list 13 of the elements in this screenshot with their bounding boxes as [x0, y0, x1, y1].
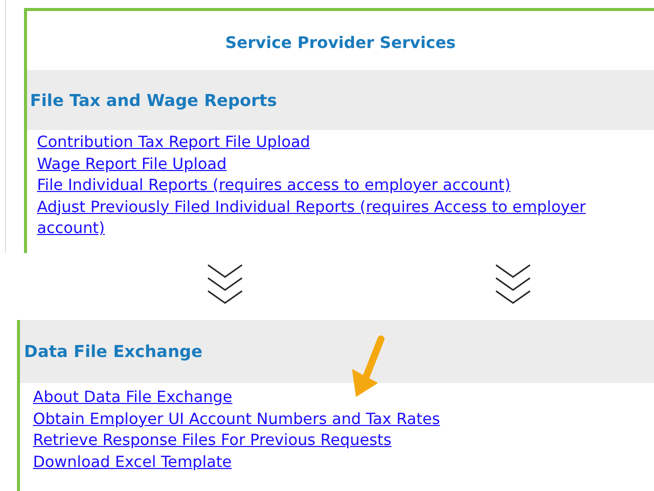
- report-link[interactable]: Wage Report File Upload: [37, 154, 227, 175]
- panel-title: Service Provider Services: [224, 32, 457, 54]
- exchange-link[interactable]: About Data File Exchange: [33, 387, 232, 408]
- chevron-down-icon: [205, 263, 245, 305]
- exchange-link[interactable]: Retrieve Response Files For Previous Requests: [33, 430, 392, 452]
- report-link[interactable]: Contribution Tax Report File Upload: [37, 132, 310, 154]
- report-link[interactable]: File Individual Reports (requires access to employer account): [37, 175, 511, 196]
- report-link[interactable]: Adjust Previously Filed Individual Reports (requires Access to employer account): [37, 196, 597, 240]
- exchange-link[interactable]: Download Excel Template: [33, 452, 232, 473]
- exchange-link[interactable]: Obtain Employer UI Account Numbers and Tax Rates: [33, 408, 440, 430]
- section-heading: File Tax and Wage Reports: [30, 90, 277, 110]
- section-heading: Data File Exchange: [24, 342, 202, 361]
- chevron-down-icon: [493, 263, 533, 305]
